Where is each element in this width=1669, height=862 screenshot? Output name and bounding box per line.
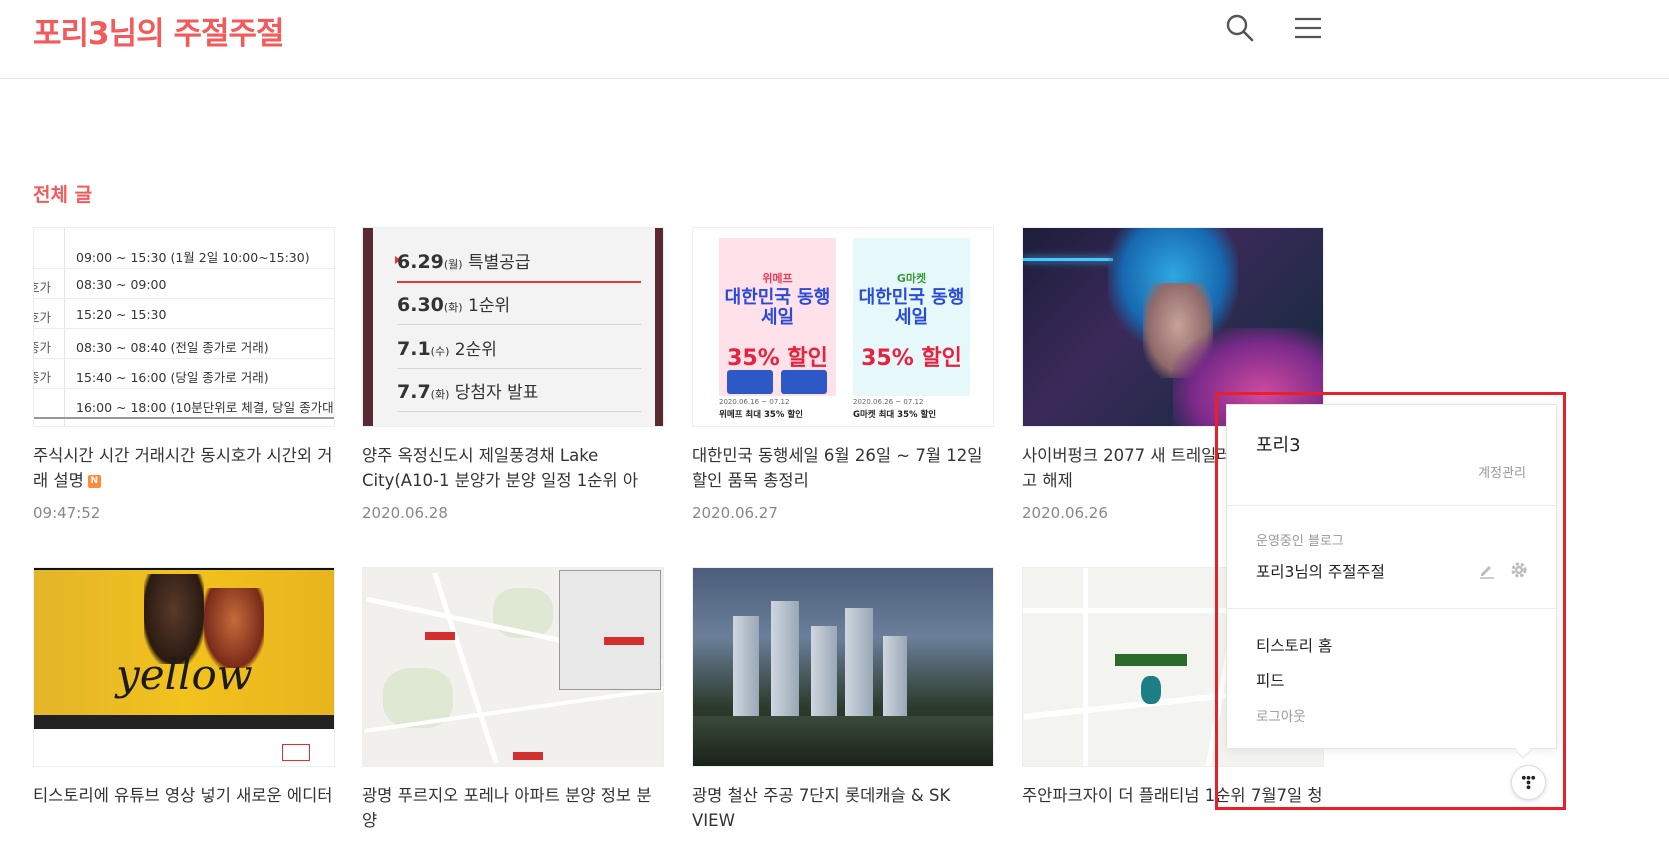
- dots-menu-button[interactable]: [1511, 765, 1546, 800]
- post-date: 09:47:52: [33, 504, 101, 522]
- post-title[interactable]: 광명 철산 주공 7단지 롯데캐슬 & SK VIEW: [692, 783, 994, 833]
- post-title[interactable]: 티스토리에 유튜브 영상 넣기 새로운 에디터: [33, 783, 335, 808]
- post-title[interactable]: 대한민국 동행세일 6월 26일 ~ 7월 12일 할인 품목 총정리: [692, 443, 994, 493]
- post-title[interactable]: 광명 푸르지오 포레나 아파트 분양 정보 분양: [362, 783, 664, 833]
- post-thumbnail[interactable]: [362, 567, 664, 767]
- post-date: 2020.06.26: [1022, 504, 1108, 522]
- post-thumbnail[interactable]: [692, 567, 994, 767]
- operating-blog-label: 운영중인 블로그: [1256, 534, 1344, 549]
- hamburger-menu-icon[interactable]: [1292, 12, 1324, 44]
- account-manage-link[interactable]: 계정관리: [1478, 462, 1526, 481]
- feed-link[interactable]: 피드: [1256, 669, 1285, 691]
- pencil-edit-icon[interactable]: [1478, 561, 1496, 579]
- account-popup: 포리3 계정관리 운영중인 블로그 포리3님의 주절주절 티스토리 홈 피드 로…: [1226, 404, 1558, 749]
- new-badge: N: [87, 475, 101, 488]
- table-row: 호가08:30 ~ 09:00: [34, 269, 334, 299]
- post-thumbnail[interactable]: 09:00 ~ 15:30 (1월 2일 10:00~15:30) 호가08:3…: [33, 227, 335, 427]
- post-date: 2020.06.28: [362, 504, 448, 522]
- table-row: 호가15:20 ~ 15:30: [34, 299, 334, 329]
- gear-icon[interactable]: [1510, 561, 1528, 579]
- post-title[interactable]: 주식시간 시간 거래시간 동시호가 시간외 거래 설명 N: [33, 443, 335, 493]
- blog-header: 포리3님의 주절주절: [0, 0, 1669, 79]
- tistory-home-link[interactable]: 티스토리 홈: [1256, 634, 1332, 656]
- section-title: 전체 글: [33, 184, 93, 206]
- post-title[interactable]: 양주 옥정신도시 제일풍경채 Lake City(A10-1 분양가 분양 일정…: [362, 443, 664, 493]
- post-date: 2020.06.27: [692, 504, 778, 522]
- table-row: 09:00 ~ 15:30 (1월 2일 10:00~15:30): [34, 239, 334, 269]
- post-thumbnail[interactable]: yellow: [33, 567, 335, 767]
- table-row: 16:00 ~ 18:00 (10분단위로 체결, 당일 종가대비: [34, 389, 334, 419]
- blog-title[interactable]: 포리3님의 주절주절: [33, 8, 285, 53]
- my-blog-link[interactable]: 포리3님의 주절주절: [1256, 560, 1385, 582]
- user-name: 포리3: [1256, 435, 1301, 456]
- logout-link[interactable]: 로그아웃: [1256, 705, 1306, 725]
- post-thumbnail[interactable]: 6.29(월) 특별공급 6.30(화) 1순위 7.1(수) 2순위 7.7(…: [362, 227, 664, 427]
- dots-menu-icon: [1521, 775, 1536, 790]
- table-row: 종가15:40 ~ 16:00 (당일 종가로 거래): [34, 359, 334, 389]
- search-icon[interactable]: [1224, 12, 1256, 44]
- table-row: 종가08:30 ~ 08:40 (전일 종가로 거래): [34, 329, 334, 359]
- post-thumbnail[interactable]: 위메프 대한민국 동행세일 35% 할인 G마켓 대한민국 동행세일 35% 할…: [692, 227, 994, 427]
